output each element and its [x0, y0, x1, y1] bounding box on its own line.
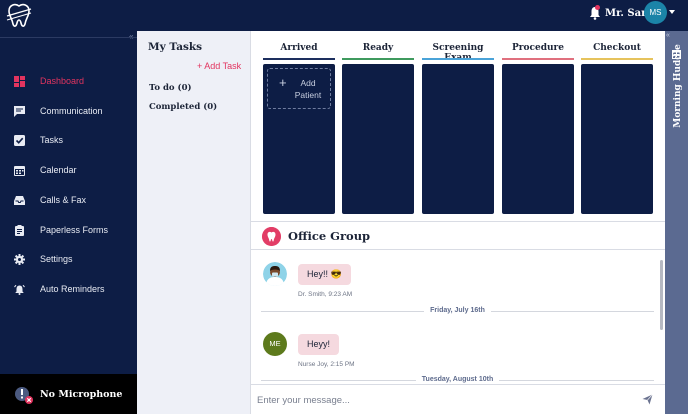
sidebar: « Dashboard Communication Tasks Calendar: [0, 31, 137, 414]
morning-huddle-panel[interactable]: « Morning Huddle: [665, 31, 688, 414]
microphone-status[interactable]: No Microphone: [0, 374, 137, 414]
doctor-avatar: [263, 262, 287, 286]
sidebar-item-label: Calls & Fax: [40, 195, 87, 205]
gear-icon: [14, 254, 25, 265]
inbox-icon: [14, 196, 25, 205]
user-avatar[interactable]: MS: [644, 1, 667, 24]
sidebar-item-label: Auto Reminders: [40, 284, 105, 294]
user-avatar-small: ME: [263, 332, 287, 356]
sidebar-item-tasks[interactable]: Tasks: [0, 129, 137, 155]
column-procedure[interactable]: [502, 64, 574, 214]
tooth-group-icon: [262, 227, 281, 246]
sidebar-item-auto-reminders[interactable]: Auto Reminders: [0, 278, 137, 304]
chat-meta: Nurse Joy, 2:15 PM: [298, 361, 355, 368]
sidebar-item-label: Settings: [40, 254, 73, 264]
sidebar-item-paperless-forms[interactable]: Paperless Forms: [0, 219, 137, 245]
microphone-status-label: No Microphone: [40, 389, 123, 400]
huddle-label-wrapper: Morning Huddle: [665, 31, 688, 151]
microphone-off-icon: [15, 387, 33, 404]
sidebar-item-label: Communication: [40, 106, 103, 116]
chat-bubble: Heyy!: [298, 334, 340, 355]
sidebar-item-settings[interactable]: Settings: [0, 248, 137, 274]
column-accent-bar: [263, 58, 335, 60]
column-title-ready: Ready: [362, 43, 394, 53]
sidebar-item-calendar[interactable]: Calendar: [0, 159, 137, 185]
date-label-text: Friday, July 16th: [424, 307, 491, 314]
tasks-title: My Tasks: [148, 41, 203, 53]
column-accent-bar: [342, 58, 414, 60]
sidebar-item-dashboard[interactable]: Dashboard: [0, 70, 137, 96]
add-patient-button[interactable]: + Add Patient: [267, 68, 331, 109]
message-composer: [251, 384, 666, 414]
sidebar-item-calls-fax[interactable]: Calls & Fax: [0, 189, 137, 215]
alarm-icon: [14, 284, 25, 295]
chat-title: Office Group: [288, 229, 371, 243]
column-title-checkout: Checkout: [593, 43, 641, 53]
column-title-arrived: Arrived: [280, 43, 318, 53]
chat-meta: Dr. Smith, 9:23 AM: [298, 291, 353, 298]
date-label-text: Tuesday, August 10th: [415, 376, 500, 383]
tooth-logo[interactable]: [5, 2, 33, 28]
huddle-label: Morning Huddle: [673, 44, 683, 128]
column-accent-bar: [502, 58, 574, 60]
sidebar-divider: [0, 37, 137, 38]
checkbox-icon: [14, 135, 25, 146]
todo-section[interactable]: To do (0): [149, 83, 192, 93]
completed-section[interactable]: Completed (0): [149, 102, 217, 112]
sidebar-item-label: Calendar: [40, 165, 77, 175]
tasks-panel: My Tasks + Add Task To do (0) Completed …: [137, 31, 250, 414]
column-accent-bar: [581, 58, 653, 60]
sidebar-item-communication[interactable]: Communication: [0, 100, 137, 126]
send-icon[interactable]: [642, 394, 653, 405]
column-title-screening-exam: Screening Exam: [432, 43, 484, 63]
notification-dot: [595, 5, 600, 10]
column-checkout[interactable]: [581, 64, 653, 214]
chat-bubble: Hey!! 😎: [298, 264, 351, 285]
calendar-icon: [14, 166, 25, 176]
column-screening-exam[interactable]: [422, 64, 494, 214]
sidebar-item-label: Paperless Forms: [40, 225, 109, 235]
main-panel: Arrived Ready Screening Exam Procedure C…: [250, 31, 666, 414]
chat-header: Office Group: [251, 221, 666, 250]
sidebar-item-label: Tasks: [40, 135, 64, 145]
date-label: Friday, July 16th: [251, 307, 664, 314]
dashboard-icon: [14, 76, 25, 87]
message-input[interactable]: [257, 391, 627, 409]
clipboard-icon: [15, 225, 24, 236]
top-bar: Mr. Sam MS: [0, 0, 688, 31]
add-patient-label: Add Patient: [294, 78, 322, 100]
chat-scrollbar[interactable]: [660, 260, 663, 330]
chevron-down-icon[interactable]: [669, 10, 675, 14]
sidebar-item-label: Dashboard: [40, 76, 85, 86]
chat-messages[interactable]: Hey!! 😎 Dr. Smith, 9:23 AM Friday, July …: [251, 251, 666, 384]
add-task-button[interactable]: + Add Task: [197, 61, 241, 71]
column-ready[interactable]: [342, 64, 414, 214]
column-accent-bar: [422, 58, 494, 60]
date-label: Tuesday, August 10th: [251, 376, 664, 383]
column-title-procedure: Procedure: [511, 43, 565, 53]
chat-icon: [14, 106, 25, 117]
doctor-avatar-icon: [263, 262, 287, 286]
plus-icon: +: [279, 75, 287, 90]
